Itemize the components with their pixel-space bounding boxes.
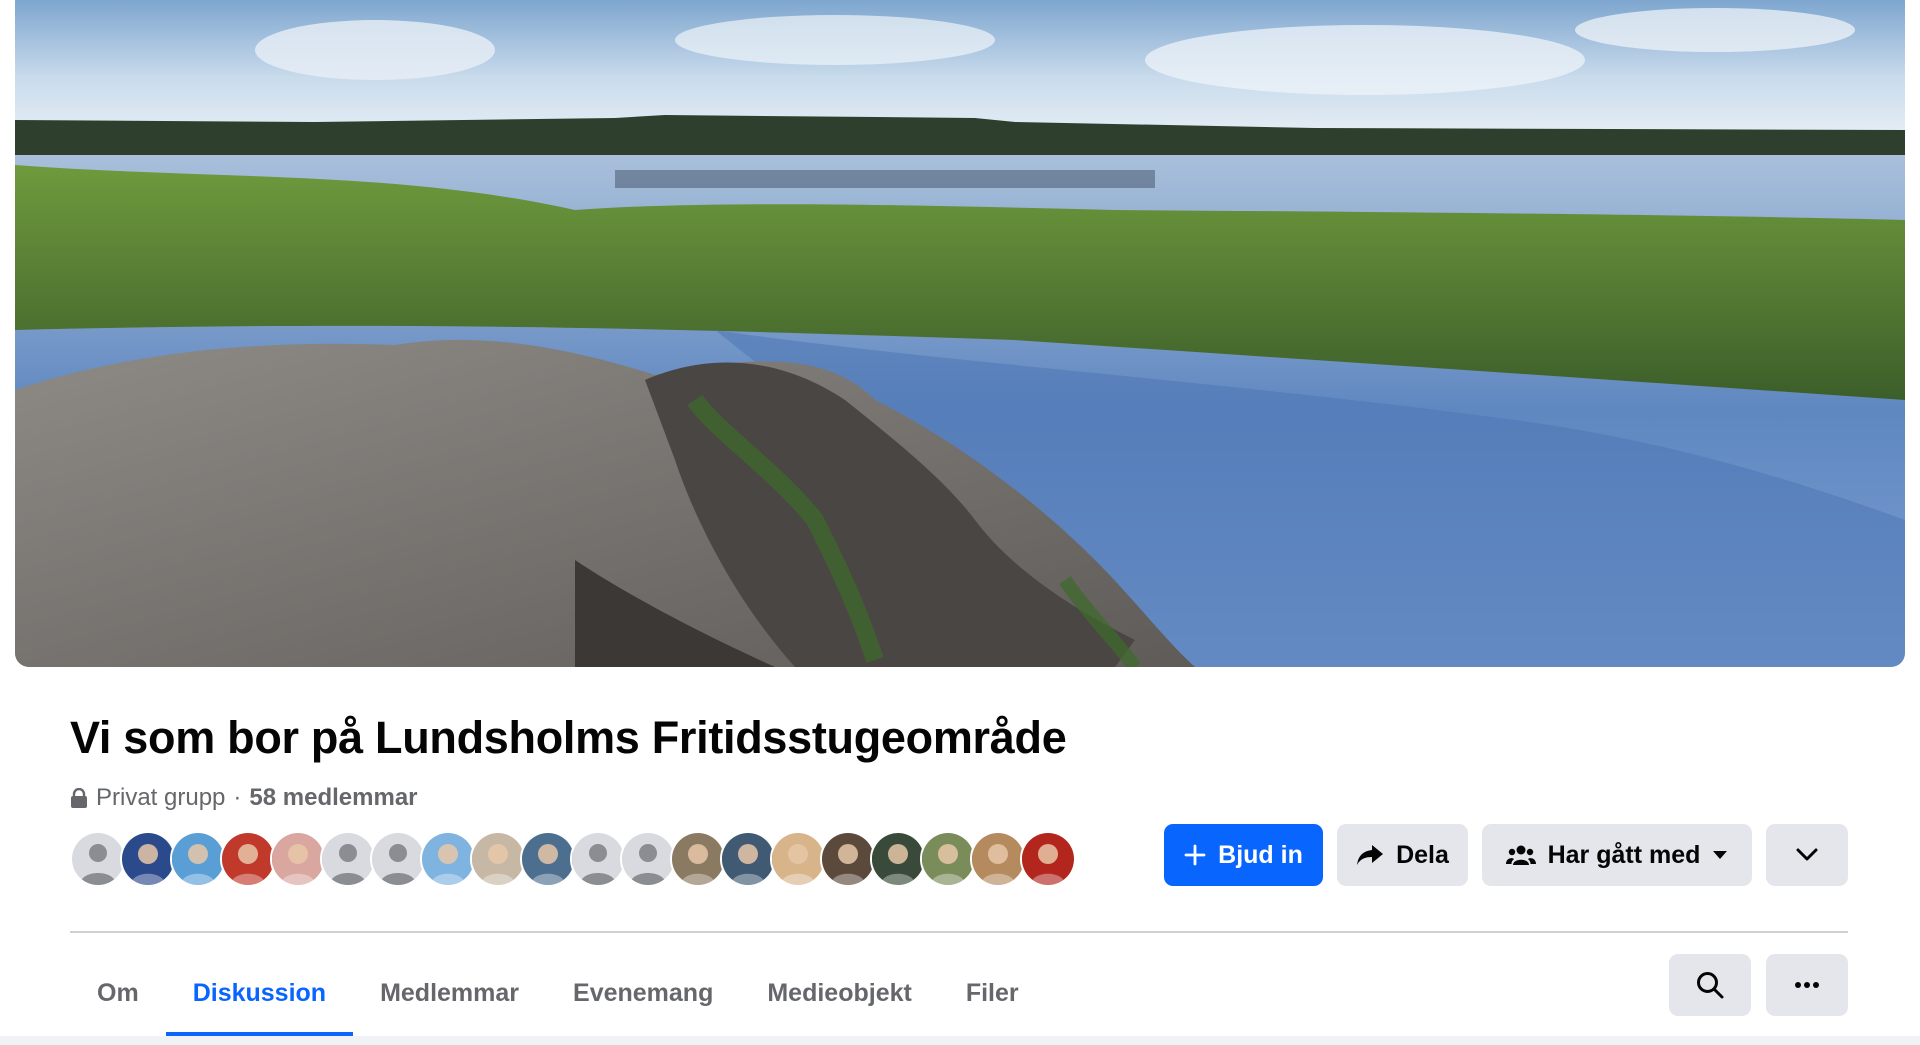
default-avatar-icon: [572, 833, 624, 885]
profile-photo: [1022, 833, 1074, 885]
profile-photo: [272, 833, 324, 885]
group-members-icon: [1505, 845, 1536, 865]
tab-om[interactable]: Om: [70, 950, 166, 1036]
search-button[interactable]: [1669, 954, 1751, 1016]
default-avatar-icon: [72, 833, 124, 885]
member-avatar[interactable]: [520, 831, 576, 887]
more-dots-icon: [1795, 982, 1819, 988]
profile-photo: [772, 833, 824, 885]
page-bottom-border: [0, 1036, 1920, 1045]
profile-photo: [722, 833, 774, 885]
member-avatar[interactable]: [670, 831, 726, 887]
search-icon: [1697, 972, 1724, 999]
profile-photo: [822, 833, 874, 885]
profile-photo: [222, 833, 274, 885]
group-privacy[interactable]: Privat grupp: [96, 784, 225, 812]
plus-icon: [1184, 844, 1206, 866]
member-avatars: [70, 831, 1076, 887]
profile-photo: [972, 833, 1024, 885]
profile-photo: [422, 833, 474, 885]
member-avatar[interactable]: [420, 831, 476, 887]
more-options-button[interactable]: [1766, 954, 1848, 1016]
share-label: Dela: [1396, 840, 1449, 869]
profile-photo: [122, 833, 174, 885]
expand-header-button[interactable]: [1766, 824, 1848, 886]
member-avatar[interactable]: [470, 831, 526, 887]
chevron-down-icon: [1796, 848, 1818, 861]
share-arrow-icon: [1357, 845, 1384, 865]
member-avatar[interactable]: [620, 831, 676, 887]
profile-photo: [172, 833, 224, 885]
tab-medlemmar[interactable]: Medlemmar: [353, 950, 546, 1036]
profile-photo: [472, 833, 524, 885]
member-avatar[interactable]: [870, 831, 926, 887]
member-avatar[interactable]: [770, 831, 826, 887]
group-tabs: Om Diskussion Medlemmar Evenemang Medieobjek…: [70, 950, 1046, 1036]
member-avatar[interactable]: [320, 831, 376, 887]
invite-label: Bjud in: [1218, 840, 1303, 869]
member-avatar[interactable]: [370, 831, 426, 887]
member-avatar[interactable]: [970, 831, 1026, 887]
joined-button[interactable]: Har gått med: [1482, 824, 1752, 886]
tab-diskussion[interactable]: Diskussion: [165, 950, 354, 1036]
profile-photo: [522, 833, 574, 885]
member-avatar[interactable]: [1020, 831, 1076, 887]
member-avatar[interactable]: [170, 831, 226, 887]
member-avatar[interactable]: [920, 831, 976, 887]
member-avatar[interactable]: [120, 831, 176, 887]
tab-medieobjekt[interactable]: Medieobjekt: [740, 950, 938, 1036]
caret-down-icon: [1713, 851, 1728, 859]
invite-button[interactable]: Bjud in: [1164, 824, 1323, 886]
member-avatar[interactable]: [570, 831, 626, 887]
cover-photo[interactable]: [15, 0, 1905, 667]
profile-photo: [672, 833, 724, 885]
tab-filer[interactable]: Filer: [939, 950, 1046, 1036]
default-avatar-icon: [372, 833, 424, 885]
tab-evenemang[interactable]: Evenemang: [546, 950, 740, 1036]
member-avatar[interactable]: [720, 831, 776, 887]
share-button[interactable]: Dela: [1337, 824, 1468, 886]
profile-photo: [872, 833, 924, 885]
group-title: Vi som bor på Lundsholms Fritidsstugeomr…: [70, 712, 1067, 763]
group-meta: Privat grupp · 58 medlemmar: [70, 784, 418, 812]
member-avatar[interactable]: [220, 831, 276, 887]
member-avatar[interactable]: [270, 831, 326, 887]
member-avatar[interactable]: [70, 831, 126, 887]
default-avatar-icon: [322, 833, 374, 885]
profile-photo: [922, 833, 974, 885]
lake-landscape-photo: [15, 0, 1905, 667]
member-avatar[interactable]: [820, 831, 876, 887]
meta-separator: ·: [233, 784, 242, 811]
joined-label: Har gått med: [1547, 840, 1701, 869]
default-avatar-icon: [622, 833, 674, 885]
group-member-count[interactable]: 58 medlemmar: [249, 784, 417, 812]
header-divider: [70, 931, 1848, 933]
lock-icon: [71, 788, 87, 808]
